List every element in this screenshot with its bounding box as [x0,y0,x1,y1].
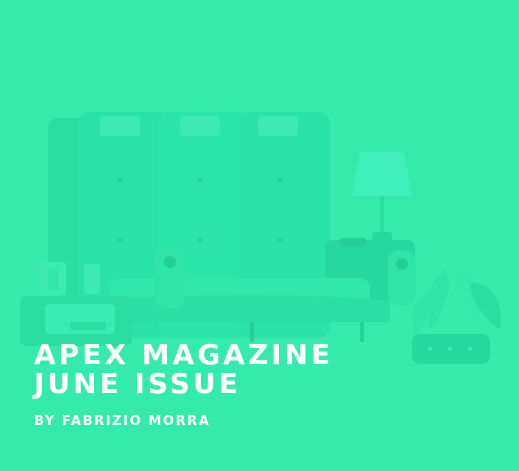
living-room-illustration [0,0,519,471]
title-line-2: JUNE ISSUE [34,367,241,400]
card-title: APEX MAGAZINE JUNE ISSUE [34,340,333,398]
title-line-1: APEX MAGAZINE [34,338,334,371]
color-overlay [0,0,519,471]
author-byline: BY FABRIZIO MORRA [34,414,211,429]
magazine-card[interactable]: APEX MAGAZINE JUNE ISSUE BY FABRIZIO MOR… [0,0,519,471]
